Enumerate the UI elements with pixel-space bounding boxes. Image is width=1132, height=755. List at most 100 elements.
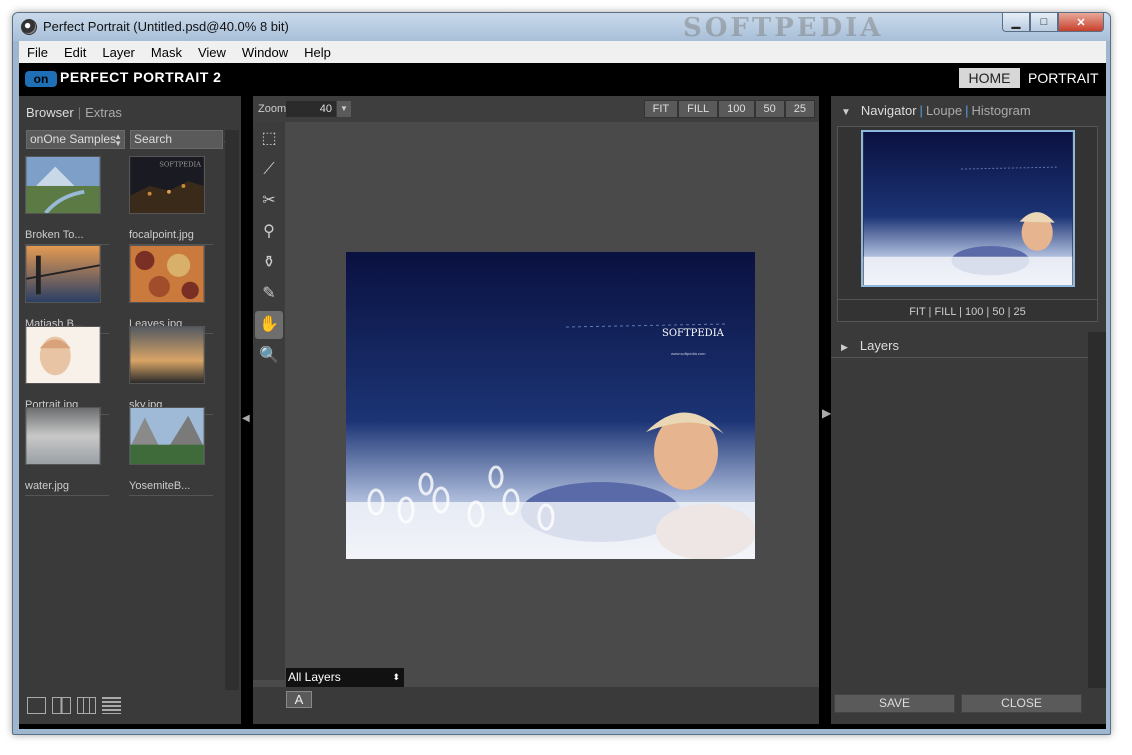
navigator-preview[interactable] xyxy=(861,130,1075,287)
line-tool-icon[interactable]: ⟋ xyxy=(255,156,283,184)
navigator-zoom-options[interactable]: FIT | FILL | 100 | 50 | 25 xyxy=(838,299,1097,318)
menu-window[interactable]: Window xyxy=(234,45,296,60)
tab-browser[interactable]: Browser xyxy=(26,105,74,120)
maximize-button[interactable]: □ xyxy=(1030,13,1058,32)
menu-file[interactable]: File xyxy=(19,45,56,60)
home-button[interactable]: HOME xyxy=(959,68,1020,88)
action-bar: SAVE CLOSE xyxy=(831,689,1106,724)
browser-scrollbar[interactable] xyxy=(225,130,239,690)
thumbnail-image xyxy=(25,245,101,303)
photo-watermark: SOFTPEDIA xyxy=(662,328,725,339)
app-window: Perfect Portrait (Untitled.psd@40.0% 8 b… xyxy=(12,12,1111,735)
onone-logo: on xyxy=(25,71,57,87)
layers-label: Layers xyxy=(859,338,899,353)
app-icon xyxy=(21,19,37,35)
eye-dropper-tool-icon[interactable]: ⚲ xyxy=(255,218,283,246)
zoom-label: Zoom xyxy=(258,103,287,115)
thumbnail-image xyxy=(129,326,205,384)
source-select[interactable]: onOne Samples ▲ ▼ xyxy=(26,130,125,149)
updown-arrows-icon: ▲ ▼ xyxy=(114,132,122,148)
thumbnail-caption: focalpoint.jpg xyxy=(129,229,213,245)
thumbnail-caption: water.jpg xyxy=(25,480,109,496)
layers-scrollbar[interactable] xyxy=(1088,332,1106,688)
zoom-50-button[interactable]: 50 xyxy=(754,100,785,118)
thumbnail-caption: Broken To... xyxy=(25,229,109,245)
save-button[interactable]: SAVE xyxy=(834,694,955,713)
layers-header[interactable]: ▶ Layers xyxy=(831,332,1088,358)
updown-arrows-icon: ⬍ xyxy=(392,672,400,682)
close-button[interactable]: CLOSE xyxy=(961,694,1082,713)
tab-separator: | xyxy=(77,105,82,120)
thumbnail-item[interactable]: Matiash B... xyxy=(25,245,109,334)
thumbnail-image xyxy=(129,245,205,303)
a-button[interactable]: A xyxy=(286,691,312,708)
canvas[interactable]: SOFTPEDIA www.softpedia.com xyxy=(285,122,819,680)
menu-bar: File Edit Layer Mask View Window Help xyxy=(19,41,1106,63)
layers-select-value: All Layers xyxy=(288,670,341,684)
tab-extras[interactable]: Extras xyxy=(85,105,122,120)
zoom-bar: Zoom 40 ▼ FIT FILL 100 50 25 xyxy=(253,96,819,122)
fit-button[interactable]: FIT xyxy=(643,100,679,118)
tab-navigator[interactable]: Navigator xyxy=(861,103,917,118)
thumbnail-item[interactable]: YosemiteB... xyxy=(129,407,213,496)
tab-loupe[interactable]: Loupe xyxy=(926,103,962,118)
app-name: PERFECT PORTRAIT 2 xyxy=(60,69,222,85)
source-select-value: onOne Samples xyxy=(30,132,117,146)
brush-tool-icon[interactable]: ⚱ xyxy=(255,249,283,277)
view-single-icon[interactable] xyxy=(27,697,46,714)
thumbnail-image: SOFTPEDIA xyxy=(129,156,205,214)
thumbnail-item[interactable]: sky.jpg xyxy=(129,326,213,415)
minimize-button[interactable]: ▁ xyxy=(1002,13,1030,32)
canvas-bottom-bar: A xyxy=(253,687,819,724)
view-two-column-icon[interactable] xyxy=(52,697,71,714)
portrait-button[interactable]: PORTRAIT xyxy=(1028,70,1099,86)
fill-button[interactable]: FILL xyxy=(678,100,719,118)
thumbnail-item[interactable]: Portrait.jpg xyxy=(25,326,109,415)
search-input[interactable]: Search xyxy=(130,130,223,149)
zoom-dropdown-icon[interactable]: ▼ xyxy=(337,101,351,117)
thumbnail-item[interactable]: Leaves.jpg xyxy=(129,245,213,334)
svg-text:SOFTPEDIA: SOFTPEDIA xyxy=(159,161,201,169)
scissors-tool-icon[interactable]: ✂ xyxy=(255,187,283,215)
pen-tool-icon[interactable]: ✎ xyxy=(255,280,283,308)
thumbnail-item[interactable]: SOFTPEDIA focalpoint.jpg xyxy=(129,156,213,245)
window-title: Perfect Portrait (Untitled.psd@40.0% 8 b… xyxy=(43,19,289,34)
marquee-tool-icon[interactable]: ⬚ xyxy=(255,125,283,153)
tab-histogram[interactable]: Histogram xyxy=(971,103,1030,118)
zoom-100-button[interactable]: 100 xyxy=(718,100,755,118)
expand-triangle-icon[interactable]: ▶ xyxy=(841,342,848,352)
thumbnail-caption: YosemiteB... xyxy=(129,480,213,496)
collapse-right-icon[interactable]: ▶ xyxy=(822,406,831,420)
menu-view[interactable]: View xyxy=(190,45,234,60)
navigator-box: FIT | FILL | 100 | 50 | 25 xyxy=(837,126,1098,322)
zoom-25-button[interactable]: 25 xyxy=(784,100,815,118)
close-window-button[interactable]: ✕ xyxy=(1058,13,1104,32)
zoom-input[interactable]: 40 xyxy=(286,101,336,117)
canvas-panel: Zoom 40 ▼ FIT FILL 100 50 25 ⬚ ⟋ ✂ ⚲ ⚱ ✎… xyxy=(253,96,819,724)
thumbnail-item[interactable]: water.jpg xyxy=(25,407,109,496)
tab-separator: | xyxy=(919,103,923,118)
navigator-tabs: ▼ Navigator | Loupe | Histogram xyxy=(841,103,1031,118)
collapse-left-icon[interactable]: ◀ xyxy=(242,413,250,424)
menu-edit[interactable]: Edit xyxy=(56,45,94,60)
thumbnail-item[interactable]: Broken To... xyxy=(25,156,109,245)
menu-mask[interactable]: Mask xyxy=(143,45,190,60)
view-list-icon[interactable] xyxy=(102,697,121,714)
collapse-triangle-icon[interactable]: ▼ xyxy=(841,107,851,118)
thumbnail-image xyxy=(25,326,101,384)
hand-tool-icon[interactable]: ✋ xyxy=(255,311,283,339)
thumbnail-image xyxy=(25,156,101,215)
zoom-tool-icon[interactable]: 🔍 xyxy=(255,342,283,370)
tab-separator: | xyxy=(965,103,969,118)
layers-select[interactable]: All Layers ⬍ xyxy=(286,668,404,687)
photo-url: www.softpedia.com xyxy=(671,351,706,356)
menu-layer[interactable]: Layer xyxy=(94,45,143,60)
brand-bar: on PERFECT PORTRAIT 2 HOME PORTRAIT xyxy=(19,63,1106,93)
view-three-column-icon[interactable] xyxy=(77,697,96,714)
browser-panel: Browser|Extras onOne Samples ▲▼ Search X… xyxy=(19,96,241,724)
photo-preview: SOFTPEDIA www.softpedia.com xyxy=(346,252,755,559)
menu-help[interactable]: Help xyxy=(296,45,339,60)
watermark-text: SOFTPEDIA xyxy=(683,13,884,43)
thumbnail-image xyxy=(129,407,205,465)
thumbnail-image xyxy=(25,407,101,465)
